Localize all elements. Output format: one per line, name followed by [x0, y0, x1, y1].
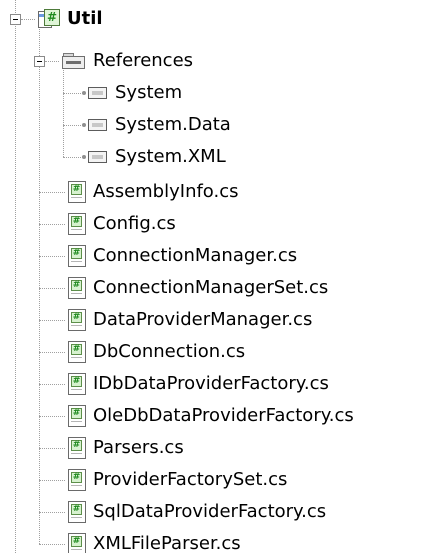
tree-guide-line	[39, 24, 40, 544]
tree-node-file[interactable]: # ConnectionManager.cs	[68, 242, 297, 270]
tree-guide-line	[39, 352, 65, 353]
tree-node-reference-system-xml[interactable]: System.XML	[82, 143, 226, 171]
file-label: DataProviderManager.cs	[93, 309, 313, 330]
assembly-reference-icon	[82, 118, 108, 132]
tree-node-file[interactable]: # XMLFileParser.cs	[68, 530, 241, 553]
csharp-file-icon: #	[68, 469, 86, 491]
tree-guide-line	[39, 448, 65, 449]
tree-node-reference-system-data[interactable]: System.Data	[82, 111, 231, 139]
tree-guide-line	[39, 192, 65, 193]
tree-node-file[interactable]: # IDbDataProviderFactory.cs	[68, 370, 329, 398]
file-label: XMLFileParser.cs	[93, 533, 241, 553]
tree-node-project[interactable]: # Util	[38, 5, 103, 33]
tree-guide-line	[39, 288, 65, 289]
tree-guide-line	[39, 384, 65, 385]
tree-guide-line	[39, 416, 65, 417]
file-label: Config.cs	[93, 213, 176, 234]
csharp-file-icon: #	[68, 277, 86, 299]
tree-guide-line	[63, 157, 81, 158]
tree-guide-line	[39, 480, 65, 481]
csharp-file-icon: #	[68, 181, 86, 203]
tree-guide-line	[39, 512, 65, 513]
csharp-file-icon: #	[68, 213, 86, 235]
file-label: OleDbDataProviderFactory.cs	[93, 405, 354, 426]
tree-guide-line	[39, 544, 65, 545]
tree-guide-line	[63, 93, 81, 94]
solution-explorer-tree: # Util References System System.Data Sys…	[0, 0, 423, 553]
tree-guide-line	[39, 256, 65, 257]
csharp-file-icon: #	[68, 373, 86, 395]
file-label: ProviderFactorySet.cs	[93, 469, 288, 490]
csharp-file-icon: #	[68, 341, 86, 363]
project-label: Util	[67, 8, 103, 29]
tree-guide-line	[39, 224, 65, 225]
reference-label: System.XML	[115, 146, 226, 167]
assembly-reference-icon	[82, 150, 108, 164]
tree-guide-line	[15, 0, 16, 553]
collapse-references-toggle[interactable]	[34, 56, 45, 67]
file-label: SqlDataProviderFactory.cs	[93, 501, 327, 522]
file-label: ConnectionManagerSet.cs	[93, 277, 329, 298]
file-label: Parsers.cs	[93, 437, 184, 458]
tree-node-file[interactable]: # SqlDataProviderFactory.cs	[68, 498, 326, 526]
tree-node-file[interactable]: # Config.cs	[68, 210, 176, 238]
tree-node-file[interactable]: # OleDbDataProviderFactory.cs	[68, 402, 354, 430]
reference-label: System.Data	[115, 114, 231, 135]
references-label: References	[93, 50, 194, 71]
file-label: AssemblyInfo.cs	[93, 181, 239, 202]
csharp-file-icon: #	[68, 437, 86, 459]
tree-node-file[interactable]: # Parsers.cs	[68, 434, 184, 462]
assembly-reference-icon	[82, 86, 108, 100]
csharp-file-icon: #	[68, 533, 86, 553]
csharp-file-icon: #	[68, 405, 86, 427]
tree-node-file[interactable]: # ProviderFactorySet.cs	[68, 466, 287, 494]
file-label: ConnectionManager.cs	[93, 245, 298, 266]
tree-node-file[interactable]: # DataProviderManager.cs	[68, 306, 312, 334]
tree-guide-line	[63, 125, 81, 126]
file-label: IDbDataProviderFactory.cs	[93, 373, 329, 394]
csharp-file-icon: #	[68, 245, 86, 267]
file-label: DbConnection.cs	[93, 341, 246, 362]
tree-node-file[interactable]: # DbConnection.cs	[68, 338, 245, 366]
tree-node-file[interactable]: # AssemblyInfo.cs	[68, 178, 239, 206]
tree-node-file[interactable]: # ConnectionManagerSet.cs	[68, 274, 328, 302]
csharp-project-icon: #	[38, 9, 60, 29]
csharp-file-icon: #	[68, 309, 86, 331]
reference-label: System	[115, 82, 183, 103]
tree-node-references[interactable]: References	[62, 47, 193, 75]
tree-guide-line	[39, 320, 65, 321]
tree-node-reference-system[interactable]: System	[82, 79, 182, 107]
tree-guide-line	[21, 19, 35, 20]
collapse-project-toggle[interactable]	[10, 14, 21, 25]
tree-guide-line	[45, 61, 59, 62]
references-folder-icon	[62, 52, 86, 70]
csharp-file-icon: #	[68, 501, 86, 523]
